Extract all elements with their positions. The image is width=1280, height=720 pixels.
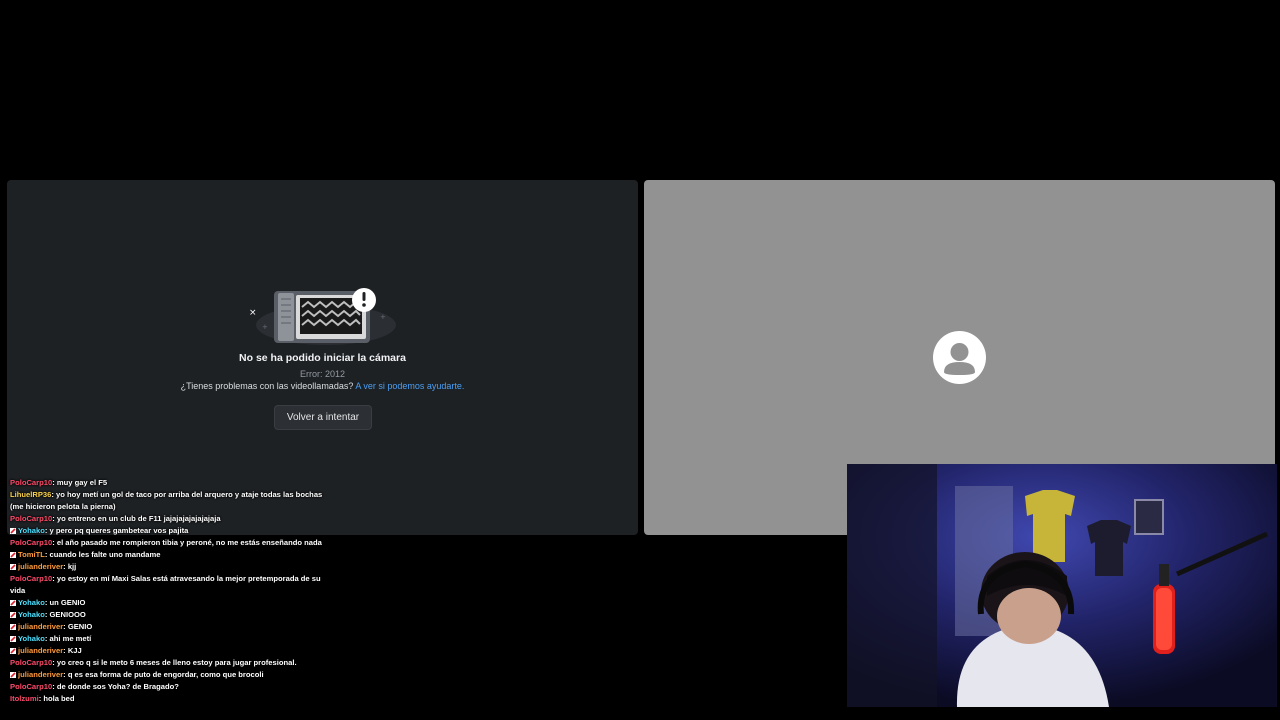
svg-text:×: × [249,308,257,318]
chat-username[interactable]: PoloCarp10 [10,574,52,583]
pencil-badge-icon [10,612,16,618]
pencil-badge-icon [10,648,16,654]
chat-username[interactable]: LihuelRP36 [10,490,51,499]
chat-message: julianderiver: kjj [10,561,330,573]
chat-message: PoloCarp10: muy gay el F5 [10,478,108,487]
chat-username[interactable]: Yohako [18,526,45,535]
pencil-badge-icon [10,564,16,570]
chat-message: TomiTL: cuando les falte uno mandame [10,549,330,561]
chat-text: de donde sos Yoha? de Bragado? [56,682,179,691]
chat-message: PoloCarp10: yo estoy en mí Maxi Salas es… [10,574,321,595]
chat-username[interactable]: PoloCarp10 [10,658,52,667]
chat-message: julianderiver: GENIO [10,621,330,633]
camera-error-code: Error: 2012 [299,369,346,379]
help-text: ¿Tienes problemas con las videollamadas? [180,381,354,391]
chat-username[interactable]: julianderiver [18,646,63,655]
chat-text: un GENIO [49,598,86,607]
chat-username[interactable]: Yohako [18,634,45,643]
chat-text: yo creo q si le meto 6 meses de lleno es… [56,658,297,667]
camera-error-help: ¿Tienes problemas con las videollamadas?… [7,381,638,391]
chat-username[interactable]: julianderiver [18,562,63,571]
chat-message: julianderiver: q es esa forma de puto de… [10,669,330,681]
webcam-feed [847,464,1277,707]
chat-message: LihuelRP36: yo hoy metí un gol de taco p… [10,490,323,511]
chat-message: Itolzumi: hola bed [10,694,75,703]
camera-broken-illustration-icon: × + + [249,288,396,345]
svg-text:+: + [262,323,268,331]
pencil-badge-icon [10,528,16,534]
chat-username[interactable]: PoloCarp10 [10,682,52,691]
chat-message: PoloCarp10: el año pasado me rompieron t… [10,538,322,547]
chat-username[interactable]: PoloCarp10 [10,478,52,487]
chat-username[interactable]: Itolzumi [10,694,39,703]
chat-username[interactable]: Yohako [18,598,45,607]
chat-text: q es esa forma de puto de engordar, como… [67,670,264,679]
chat-text: KJJ [67,646,82,655]
chat-message: Yohako: ahi me metí [10,633,330,645]
chat-text: yo entreno en un club de F11 jajajajajaj… [56,514,221,523]
chat-text: el año pasado me rompieron tibia y peron… [56,538,322,547]
chat-text: muy gay el F5 [56,478,108,487]
pencil-badge-icon [10,600,16,606]
pencil-badge-icon [10,636,16,642]
chat-message: julianderiver: KJJ [10,645,330,657]
chat-text: kjj [67,562,77,571]
chat-text: GENIO [67,622,93,631]
chat-username[interactable]: PoloCarp10 [10,538,52,547]
chat-text: yo estoy en mí Maxi Salas está atravesan… [10,574,321,595]
default-avatar-icon [933,331,986,384]
camera-error-title: No se ha podido iniciar la cámara [239,352,406,364]
chat-text: ahi me metí [49,634,92,643]
chat-username[interactable]: TomiTL [18,550,45,559]
pencil-badge-icon [10,624,16,630]
chat-overlay: PoloCarp10: muy gay el F5 LihuelRP36: yo … [10,477,330,705]
chat-username[interactable]: Yohako [18,610,45,619]
pencil-badge-icon [10,672,16,678]
pencil-badge-icon [10,552,16,558]
svg-text:+: + [380,313,386,321]
chat-text: hola bed [43,694,75,703]
chat-username[interactable]: julianderiver [18,622,63,631]
chat-message: Yohako: y pero pq queres gambetear vos p… [10,525,330,537]
chat-message: Yohako: un GENIO [10,597,330,609]
chat-text: y pero pq queres gambetear vos pajita [49,526,189,535]
chat-message: PoloCarp10: yo creo q si le meto 6 meses… [10,658,297,667]
chat-text: GENIOOO [49,610,86,619]
chat-text: cuando les falte uno mandame [49,550,161,559]
chat-text: yo hoy metí un gol de taco por arriba de… [10,490,323,511]
chat-message: PoloCarp10: de donde sos Yoha? de Bragad… [10,682,179,691]
chat-message: Yohako: GENIOOO [10,609,330,621]
retry-button[interactable]: Volver a intentar [274,405,372,430]
chat-username[interactable]: PoloCarp10 [10,514,52,523]
chat-message: PoloCarp10: yo entreno en un club de F11… [10,514,221,523]
chat-username[interactable]: julianderiver [18,670,63,679]
help-link[interactable]: A ver si podemos ayudarte. [355,381,464,391]
